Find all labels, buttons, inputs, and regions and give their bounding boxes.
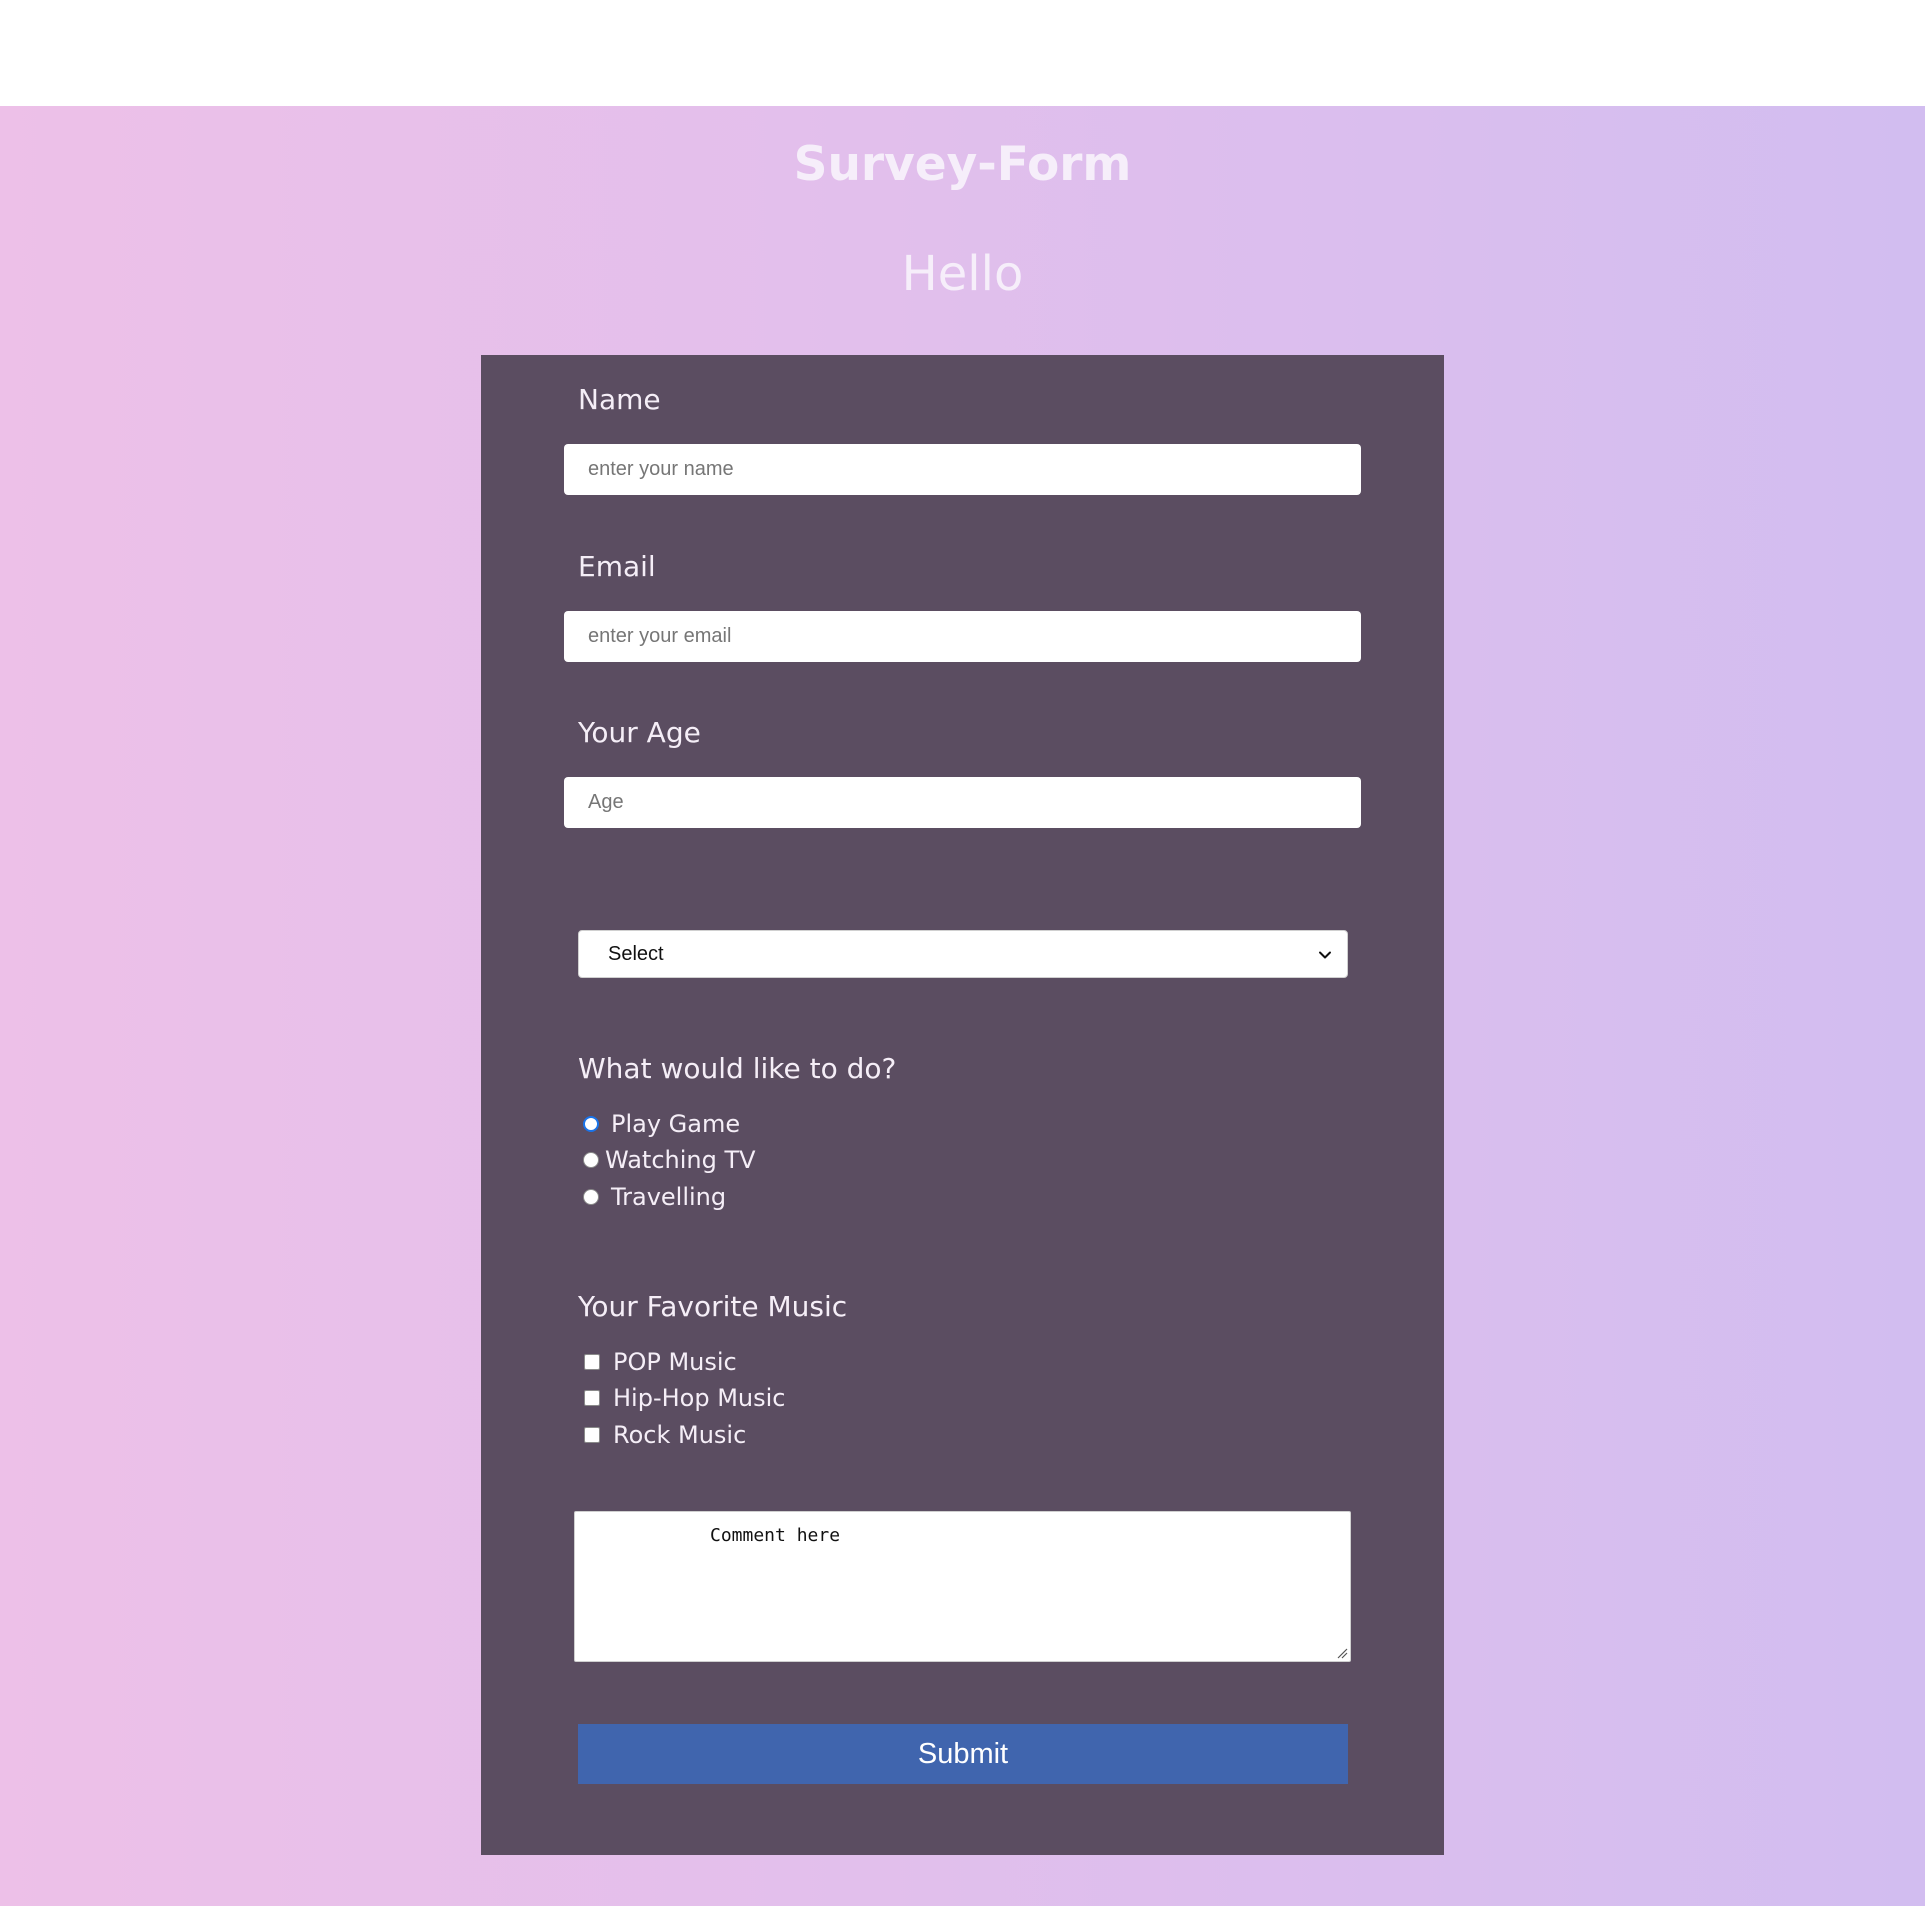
radio-option-travelling[interactable]: Travelling bbox=[583, 1181, 726, 1213]
radio-button[interactable] bbox=[583, 1189, 599, 1205]
page-subtitle: Hello bbox=[901, 246, 1024, 302]
radio-label: Watching TV bbox=[605, 1146, 756, 1174]
radio-label: Travelling bbox=[611, 1183, 727, 1211]
resize-handle-icon[interactable] bbox=[1334, 1645, 1348, 1659]
name-label: Name bbox=[578, 383, 661, 416]
page: Survey-Form Hello Name Email Your Age Se… bbox=[0, 0, 1925, 1906]
activity-question: What would like to do? bbox=[578, 1052, 897, 1085]
radio-button[interactable] bbox=[583, 1152, 599, 1168]
chevron-down-icon bbox=[1319, 951, 1331, 959]
submit-button[interactable]: Submit bbox=[578, 1724, 1348, 1784]
email-input[interactable] bbox=[564, 611, 1361, 662]
checkbox-label: POP Music bbox=[613, 1348, 737, 1376]
age-label: Your Age bbox=[578, 716, 701, 749]
checkbox-label: Hip-Hop Music bbox=[613, 1384, 786, 1412]
music-question: Your Favorite Music bbox=[578, 1290, 848, 1323]
dropdown-select[interactable]: Select bbox=[578, 930, 1348, 978]
checkbox[interactable] bbox=[584, 1427, 600, 1443]
checkbox-option-pop[interactable]: POP Music bbox=[584, 1346, 737, 1378]
page-title: Survey-Form bbox=[793, 137, 1132, 192]
comment-textarea[interactable]: Comment here bbox=[574, 1511, 1351, 1662]
checkbox-option-rock[interactable]: Rock Music bbox=[584, 1419, 746, 1451]
name-input[interactable] bbox=[564, 444, 1361, 495]
radio-option-play-game[interactable]: Play Game bbox=[583, 1108, 740, 1140]
age-input[interactable] bbox=[564, 777, 1361, 828]
comment-text: Comment here bbox=[710, 1525, 841, 1546]
email-label: Email bbox=[578, 550, 656, 583]
dropdown-selected-value: Select bbox=[608, 943, 664, 965]
radio-option-watching-tv[interactable]: Watching TV bbox=[583, 1144, 756, 1176]
checkbox-option-hip-hop[interactable]: Hip-Hop Music bbox=[584, 1382, 786, 1414]
checkbox[interactable] bbox=[584, 1354, 600, 1370]
radio-button-checked[interactable] bbox=[583, 1116, 599, 1132]
radio-label: Play Game bbox=[611, 1110, 741, 1138]
checkbox-label: Rock Music bbox=[613, 1421, 747, 1449]
checkbox[interactable] bbox=[584, 1390, 600, 1406]
